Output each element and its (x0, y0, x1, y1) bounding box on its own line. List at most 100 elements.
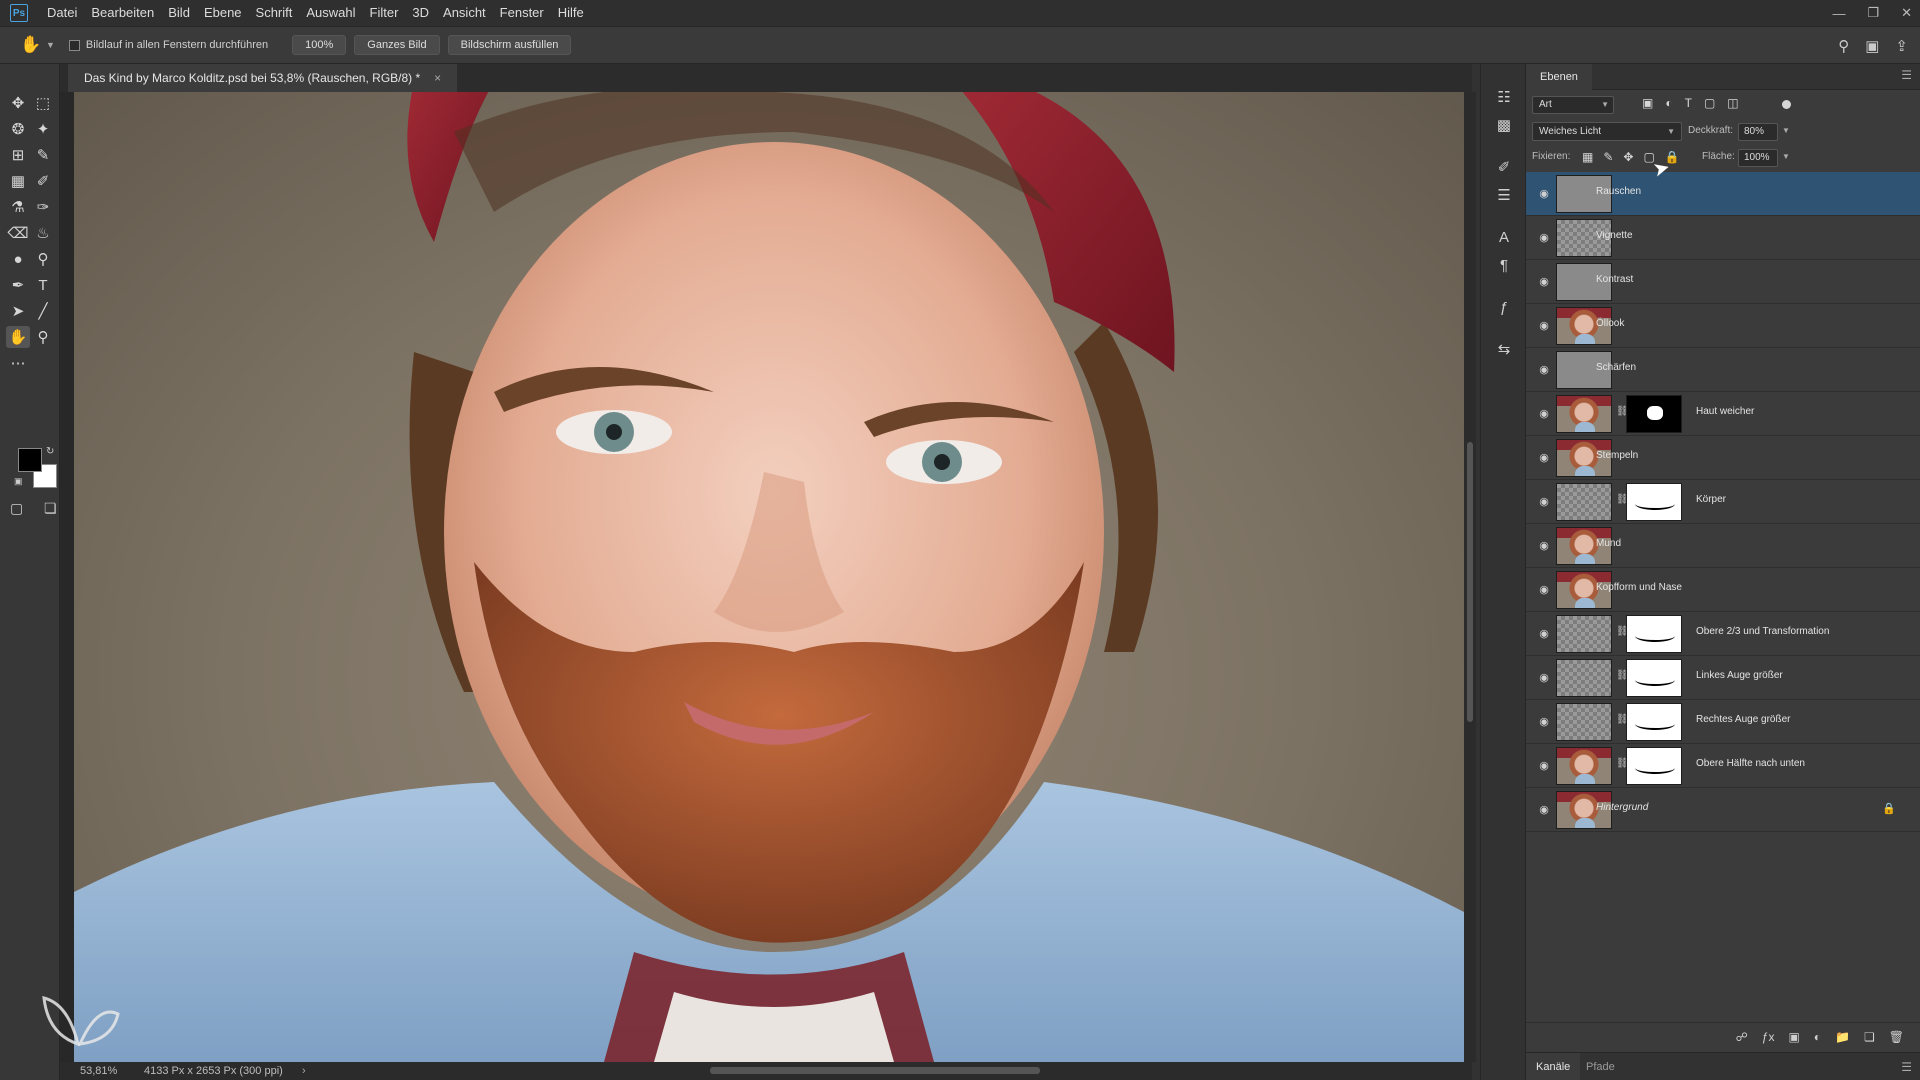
eye-icon[interactable]: ◉ (1536, 626, 1552, 640)
paint-bucket-icon[interactable]: ♨ (31, 222, 55, 244)
menu-bild[interactable]: Bild (161, 0, 197, 26)
layer-thumbnail[interactable] (1556, 395, 1612, 433)
quick-mask-icon[interactable]: ▢ (10, 500, 23, 517)
tool-preset-chevron-icon[interactable]: ▼ (46, 40, 55, 50)
tab-pfade[interactable]: Pfade (1576, 1053, 1625, 1080)
panel-menu-icon[interactable]: ☰ (1901, 68, 1912, 82)
share-icon[interactable]: ⇪ (1895, 37, 1908, 55)
minimize-icon[interactable]: — (1832, 6, 1845, 21)
eye-icon[interactable]: ◉ (1536, 670, 1552, 684)
layer-name[interactable]: Hintergrund (1596, 802, 1648, 813)
zoom-tool-icon[interactable]: ⚲ (31, 326, 55, 348)
layer-mask-thumbnail[interactable] (1626, 483, 1682, 521)
menu-schrift[interactable]: Schrift (249, 0, 300, 26)
new-layer-icon[interactable]: ❏ (1864, 1030, 1875, 1044)
lasso-tool-icon[interactable]: ❂ (6, 118, 30, 140)
image-canvas[interactable] (74, 92, 1464, 1062)
layer-thumbnail[interactable] (1556, 747, 1612, 785)
delete-layer-icon[interactable]: 🗑 (1889, 1030, 1904, 1044)
zoom-level[interactable]: 53,81% (60, 1065, 117, 1077)
swap-colors-icon[interactable]: ↻ (46, 446, 54, 457)
close-document-icon[interactable]: × (434, 71, 441, 85)
histogram-icon[interactable]: ▩ (1492, 114, 1516, 136)
filter-smart-object-icon[interactable]: ◫ (1727, 96, 1738, 110)
hand-tool-icon[interactable]: ✋ (6, 326, 30, 348)
filter-toggle-icon[interactable] (1782, 100, 1791, 109)
layer-style-icon[interactable]: ƒx (1762, 1030, 1775, 1044)
eye-icon[interactable]: ◉ (1536, 758, 1552, 772)
eye-icon[interactable]: ◉ (1536, 362, 1552, 376)
status-chevron-icon[interactable]: › (302, 1065, 306, 1077)
layer-row[interactable]: ◉ ⛓ Körper (1526, 480, 1920, 524)
layer-mask-thumbnail[interactable] (1626, 659, 1682, 697)
layer-mask-thumbnail[interactable] (1626, 747, 1682, 785)
vertical-scroll-thumb[interactable] (1467, 442, 1473, 722)
blur-tool-icon[interactable]: ● (6, 248, 30, 270)
layer-name[interactable]: Obere Hälfte nach unten (1696, 758, 1805, 769)
eye-icon[interactable]: ◉ (1536, 538, 1552, 552)
blend-mode-select[interactable]: Weiches Licht ▼ (1532, 122, 1682, 141)
layer-row[interactable]: ◉ ⛓ Obere Hälfte nach unten (1526, 744, 1920, 788)
stamp-tool-icon[interactable]: ⚗ (6, 196, 30, 218)
opacity-input[interactable]: 80% (1738, 123, 1778, 141)
brushes-icon[interactable]: ✐ (1492, 156, 1516, 178)
menu-filter[interactable]: Filter (363, 0, 406, 26)
filter-kind-select[interactable]: Art ▼ (1532, 96, 1614, 114)
lock-transparency-icon[interactable]: ▦ (1582, 150, 1593, 164)
layer-row[interactable]: ◉ Kopfform und Nase (1526, 568, 1920, 612)
eye-icon[interactable]: ◉ (1536, 230, 1552, 244)
default-colors-icon[interactable]: ▣ (14, 476, 23, 487)
eye-icon[interactable]: ◉ (1536, 582, 1552, 596)
lock-pixels-icon[interactable]: ✎ (1603, 150, 1613, 164)
magic-wand-icon[interactable]: ✦ (31, 118, 55, 140)
layer-name[interactable]: Haut weicher (1696, 406, 1754, 417)
brush-tool-icon[interactable]: ✐ (31, 170, 55, 192)
layer-row[interactable]: ◉ ⛓ Obere 2/3 und Transformation (1526, 612, 1920, 656)
move-tool-icon[interactable]: ✥ (6, 92, 30, 114)
character-icon[interactable]: A (1492, 226, 1516, 248)
vertical-scrollbar[interactable] (1464, 92, 1476, 1062)
layer-thumbnail[interactable] (1556, 483, 1612, 521)
marquee-tool-icon[interactable]: ⬚ (31, 92, 55, 114)
eye-icon[interactable]: ◉ (1536, 450, 1552, 464)
zoom-100-button[interactable]: 100% (292, 35, 347, 55)
layer-thumbnail[interactable] (1556, 615, 1612, 653)
layer-row[interactable]: ◉ ⛓ Rechtes Auge größer (1526, 700, 1920, 744)
menu-auswahl[interactable]: Auswahl (299, 0, 362, 26)
scroll-all-windows-checkbox[interactable] (68, 39, 80, 51)
fill-chevron-icon[interactable]: ▼ (1782, 152, 1790, 161)
screen-mode-icon[interactable]: ❏ (44, 500, 57, 517)
filter-adjustment-icon[interactable]: ◐ (1665, 96, 1672, 110)
layer-name[interactable]: Öllook (1596, 318, 1624, 329)
link-layers-icon[interactable]: ☍ (1736, 1030, 1748, 1044)
layer-mask-thumbnail[interactable] (1626, 395, 1682, 433)
menu-ansicht[interactable]: Ansicht (436, 0, 493, 26)
type-tool-icon[interactable]: T (31, 274, 55, 296)
filter-pixel-icon[interactable]: ▣ (1642, 96, 1653, 110)
hand-icon[interactable]: ✋ (18, 32, 44, 58)
path-select-icon[interactable]: ➤ (6, 300, 30, 322)
line-tool-icon[interactable]: ╱ (31, 300, 55, 322)
layer-name[interactable]: Kopfform und Nase (1596, 582, 1682, 593)
layer-row[interactable]: ◉ Rauschen (1526, 172, 1920, 216)
document-tab[interactable]: Das Kind by Marco Kolditz.psd bei 53,8% … (68, 64, 458, 92)
filter-type-icon[interactable]: T (1685, 96, 1692, 110)
layer-name[interactable]: Schärfen (1596, 362, 1636, 373)
layer-name[interactable]: Körper (1696, 494, 1726, 505)
layer-mask-thumbnail[interactable] (1626, 703, 1682, 741)
lock-position-icon[interactable]: ✥ (1623, 150, 1633, 164)
pen-tool-icon[interactable]: ✒ (6, 274, 30, 296)
menu-3d[interactable]: 3D (405, 0, 436, 26)
eraser-tool-icon[interactable]: ⌫ (6, 222, 30, 244)
tab-kanaele[interactable]: Kanäle (1526, 1053, 1581, 1080)
history-brush-icon[interactable]: ✑ (31, 196, 55, 218)
layer-name[interactable]: Stempeln (1596, 450, 1638, 461)
fit-screen-button[interactable]: Ganzes Bild (354, 35, 440, 55)
close-window-icon[interactable]: ✕ (1901, 5, 1912, 21)
fill-screen-button[interactable]: Bildschirm ausfüllen (447, 35, 572, 55)
layer-row[interactable]: ◉ ⛓ Haut weicher (1526, 392, 1920, 436)
layer-thumbnail[interactable] (1556, 659, 1612, 697)
eye-icon[interactable]: ◉ (1536, 714, 1552, 728)
layer-name[interactable]: Rauschen (1596, 186, 1641, 197)
layer-name[interactable]: Obere 2/3 und Transformation (1696, 626, 1829, 637)
